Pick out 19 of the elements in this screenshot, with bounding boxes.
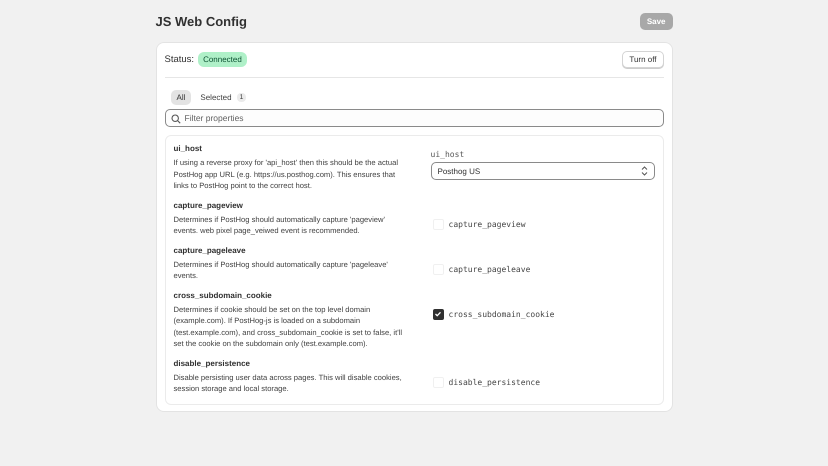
status-label: Status:: [164, 54, 194, 65]
turn-off-button[interactable]: Turn off: [622, 51, 664, 68]
status-badge: Connected: [198, 52, 247, 67]
checkbox-label: capture_pageview: [448, 220, 526, 228]
field-label: ui_host: [430, 150, 466, 159]
search-field[interactable]: Filter properties: [164, 109, 664, 127]
host-select[interactable]: Posthog US: [430, 162, 654, 180]
property-name: capture_pageleave: [174, 246, 247, 254]
chevron-icon: [640, 166, 648, 176]
page-title: JS Web Config: [156, 14, 247, 28]
tab[interactable]: All: [170, 90, 192, 105]
property-name: cross_subdomain_cookie: [174, 290, 273, 300]
property-name: disable_persistence: [174, 358, 251, 368]
checkbox-label: disable_persistence: [448, 378, 540, 386]
checkbox[interactable]: [432, 308, 444, 320]
property-name: ui_host: [174, 144, 203, 153]
checkbox-label: capture_pageleave: [448, 264, 530, 274]
property-name: capture_pageview: [174, 200, 244, 210]
checkbox-label: cross_subdomain_cookie: [448, 310, 554, 318]
